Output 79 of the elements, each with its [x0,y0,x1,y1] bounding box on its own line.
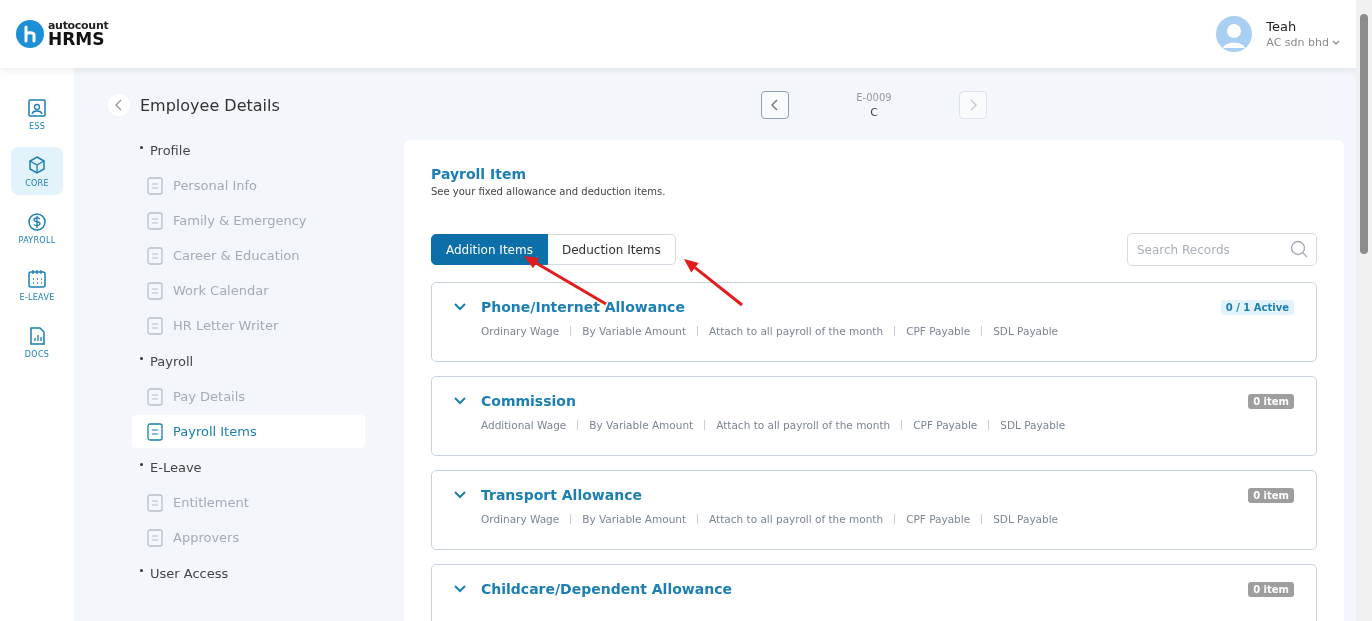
calendar-icon [27,268,47,289]
chevron-down-icon [454,491,466,499]
item-attribute: CPF Payable [906,513,971,525]
logo-text: HRMS [48,31,106,48]
item-attribute: Ordinary Wage [481,325,560,337]
previous-button[interactable] [761,91,789,119]
bullet-icon [140,463,143,466]
logo-text: autocount [48,20,109,31]
section-title: Payroll Item [431,166,527,182]
chevron-down-icon [454,303,466,311]
item-title[interactable]: Phone/Internet Allowance [481,299,1206,315]
scrollbar[interactable] [1356,0,1372,621]
cube-icon [27,154,47,175]
item-attribute: CPF Payable [913,419,978,431]
document-icon [147,176,163,195]
item-attribute: Attach to all payroll of the month [716,419,891,431]
section-heading: E-Leave [150,459,202,475]
status-badge: 0 item [1248,581,1294,597]
item-attribute: Additional Wage [481,419,567,431]
page-title: Employee Details [140,95,280,115]
search-icon [1290,240,1308,258]
dollar-icon [27,211,47,232]
tab[interactable]: Deduction Items [547,234,676,265]
item-attribute: SDL Payable [1000,419,1066,431]
item-attribute: By Variable Amount [589,419,694,431]
document-icon [147,211,163,230]
item-attribute: CPF Payable [906,325,971,337]
item-attribute: SDL Payable [993,325,1059,337]
section-subtitle: See your fixed allowance and deduction items. [431,186,667,197]
item-attribute: Attach to all payroll of the month [709,325,884,337]
item-title[interactable]: Commission [481,393,1234,409]
item-attribute: SDL Payable [993,513,1059,525]
document-icon [147,387,163,406]
item-title[interactable]: Childcare/Dependent Allowance [481,581,1234,597]
bullet-icon [140,569,143,572]
back-button[interactable] [108,94,130,116]
status-badge: 0 / 1 Active [1220,299,1294,315]
status-badge: 0 item [1248,393,1294,409]
nav-item[interactable]: DOCS [11,318,63,366]
bullet-icon [140,357,143,360]
bullet-icon [140,146,143,149]
nav-item[interactable]: CORE [11,147,63,195]
chevron-right-icon [969,99,977,111]
nav-item[interactable]: PAYROLL [11,204,63,252]
item-attribute: Attach to all payroll of the month [709,513,884,525]
item-title[interactable]: Transport Allowance [481,487,1234,503]
annotation-arrow [684,259,743,307]
search-field[interactable]: Search Records [1127,233,1317,266]
section-heading: Profile [150,142,191,158]
employee-code: E-0009 [856,91,892,103]
status-badge: 0 item [1248,487,1294,503]
logo-icon [16,20,44,48]
scrollbar-thumb[interactable] [1360,14,1368,254]
item-attribute: By Variable Amount [582,325,687,337]
avatar-icon [1216,16,1253,52]
user-name: Teah [1266,19,1298,34]
company-name[interactable]: AC sdn bhd [1266,36,1329,49]
tab[interactable]: Addition Items [431,234,548,265]
section-heading: User Access [150,565,229,581]
section-heading: Payroll [150,353,194,369]
document-icon [147,422,163,441]
employee-name: C [870,105,878,119]
item-attribute: By Variable Amount [582,513,687,525]
document-icon [147,493,163,512]
item-attribute: Ordinary Wage [481,513,560,525]
document-icon [147,281,163,300]
chevron-left-icon [115,99,123,111]
document-icon [147,316,163,335]
chevron-down-icon [454,397,466,405]
chevron-left-icon [771,99,779,111]
document-chart-icon [27,325,47,346]
nav-item[interactable]: E-LEAVE [11,261,63,309]
id-card-icon [27,97,47,118]
nav-item[interactable]: ESS [11,90,63,138]
document-icon [147,528,163,547]
document-icon [147,246,163,265]
chevron-down-icon [454,585,466,593]
caret-icon [1332,39,1340,46]
sidebar-item[interactable]: Payroll Items [132,415,365,448]
